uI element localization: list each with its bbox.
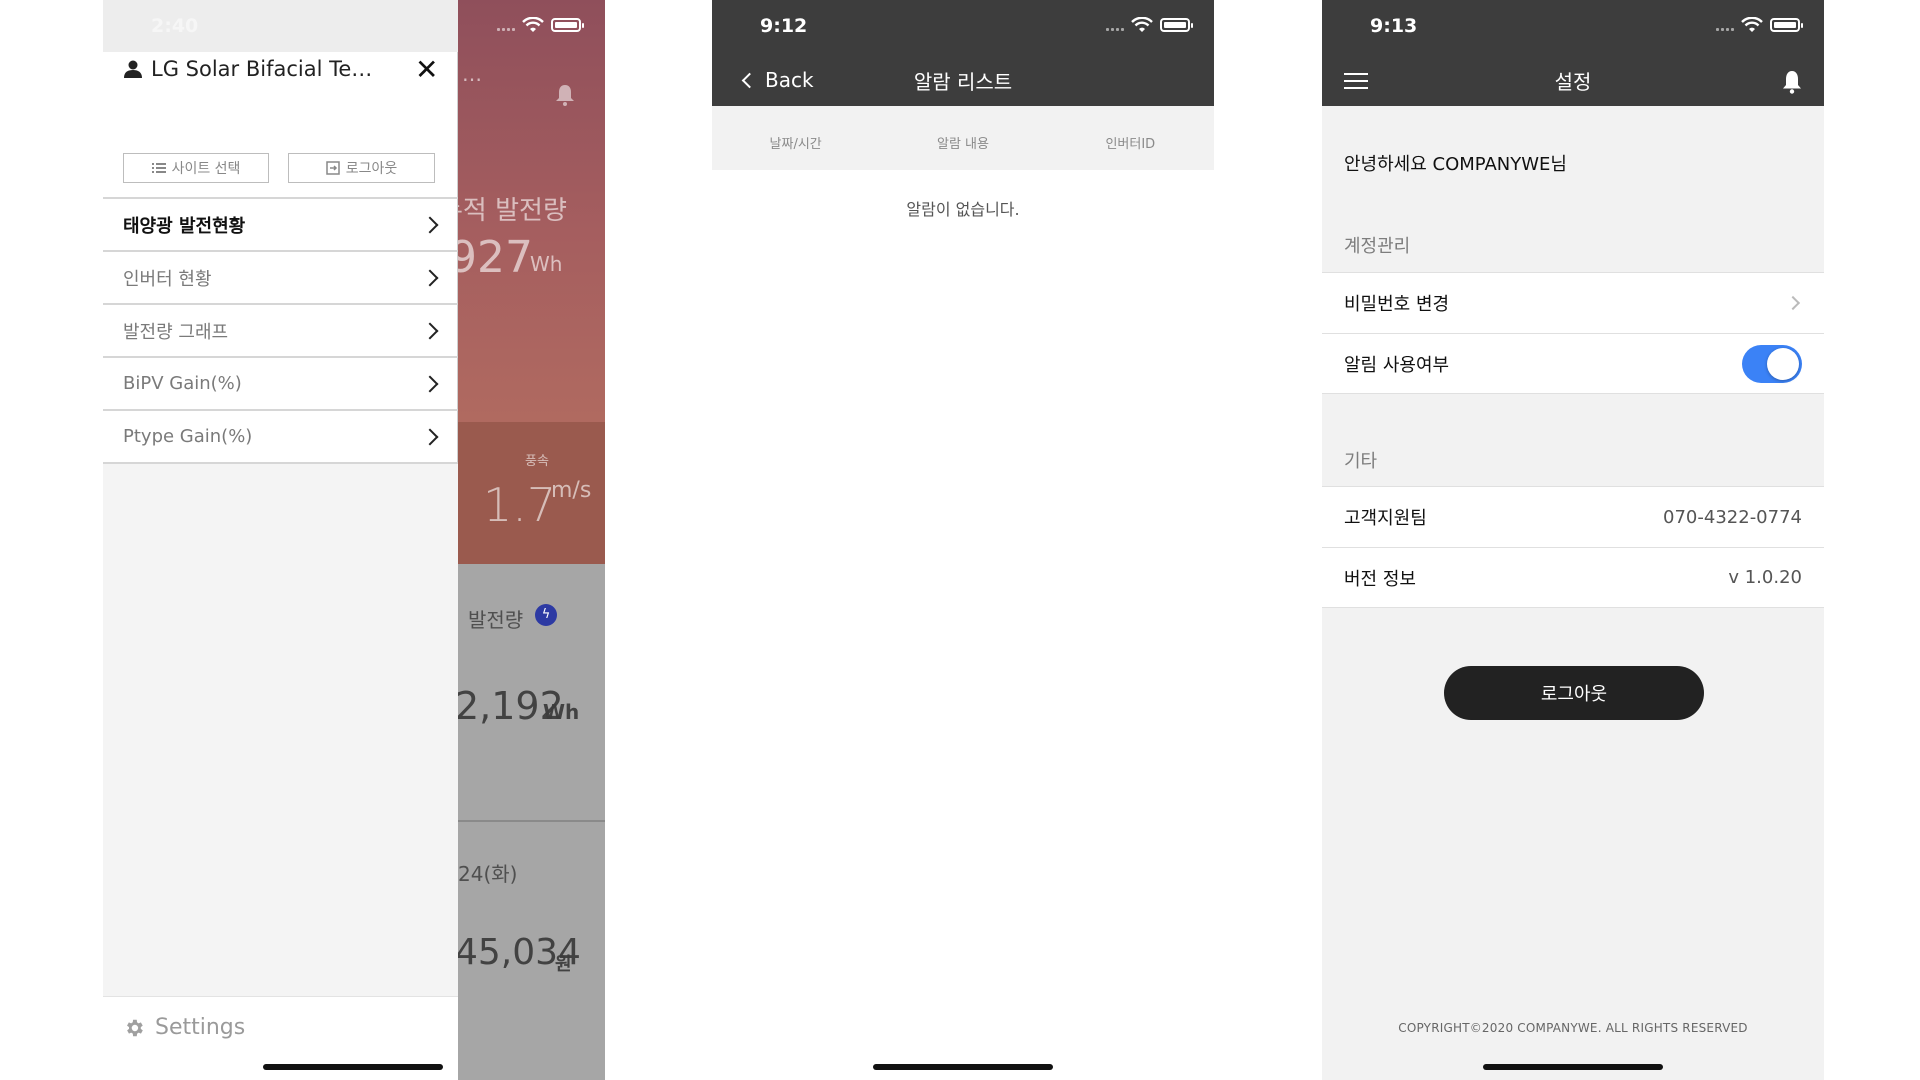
side-menu-screen: d … 누적 발전량 927 Wh 풍속 1.7 m/s 발전량 ϟ 2,192… <box>103 0 605 1080</box>
drawer-footer: Settings <box>103 996 458 1080</box>
status-icons <box>497 17 584 33</box>
column-header-datetime: 날짜/시간 <box>769 136 822 152</box>
cumulative-unit: Wh <box>530 252 563 276</box>
site-select-label: 사이트 선택 <box>171 161 241 177</box>
status-time: 9:13 <box>1370 15 1418 37</box>
logout-icon <box>325 161 340 175</box>
menu-item-generation-graph[interactable]: 발전량 그래프 <box>103 305 458 358</box>
notification-row: 알림 사용여부 <box>1322 333 1824 394</box>
status-icons-area <box>458 0 605 54</box>
wind-unit: m/s <box>551 478 592 503</box>
menu-item-label: Ptype Gain(%) <box>123 426 253 447</box>
list-icon <box>151 163 166 173</box>
site-select-button[interactable]: 사이트 선택 <box>123 153 269 183</box>
drawer-site-title: LG Solar Bifacial Te… <box>123 57 372 81</box>
bell-icon[interactable] <box>1782 70 1802 94</box>
chevron-right-icon <box>421 269 439 286</box>
nav-bar: 9:13 설정 <box>1322 0 1824 106</box>
status-bar: 9:13 <box>1322 0 1824 54</box>
status-time: 2:40 <box>151 15 199 37</box>
status-icons <box>1716 17 1803 33</box>
wifi-icon <box>1131 17 1153 32</box>
version-label: 버전 정보 <box>1344 568 1416 590</box>
panel-divider <box>458 820 605 822</box>
menu-item-inverter-status[interactable]: 인버터 현황 <box>103 252 458 305</box>
drawer-title-text: LG Solar Bifacial Te… <box>151 57 373 81</box>
notification-toggle[interactable] <box>1742 344 1802 383</box>
menu-item-solar-status[interactable]: 태양광 발전현황 <box>103 199 458 252</box>
status-icons <box>1106 17 1193 33</box>
support-phone: 070-4322-0774 <box>1663 506 1802 528</box>
battery-icon <box>1770 18 1803 32</box>
empty-state-message: 알람이 없습니다. <box>906 200 1020 219</box>
wind-value: 1.7 <box>483 478 557 532</box>
change-password-label: 비밀번호 변경 <box>1344 294 1450 315</box>
lightning-icon: ϟ <box>535 604 557 626</box>
wind-label: 풍속 <box>525 454 549 469</box>
drawer-menu: 태양광 발전현황 인버터 현황 발전량 그래프 BiPV Gain(%) Pty… <box>103 197 458 464</box>
close-icon[interactable]: ✕ <box>415 56 438 84</box>
menu-item-label: 인버터 현황 <box>123 268 212 290</box>
drawer-logout-label: 로그아웃 <box>345 161 398 177</box>
column-header-inverter-id: 인버터ID <box>1105 136 1156 152</box>
alarm-list-screen: 9:12 Back 알람 리스트 날짜/시간 알람 내용 인버터ID 알람이 없… <box>712 0 1214 1080</box>
user-icon <box>124 60 142 78</box>
notification-label: 알림 사용여부 <box>1344 354 1450 376</box>
gear-icon <box>127 1019 143 1036</box>
section-etc: 기타 <box>1344 451 1378 472</box>
nav-bar: 9:12 Back 알람 리스트 <box>712 0 1214 106</box>
status-bar: 2:40 <box>103 0 458 54</box>
chevron-right-icon <box>1785 295 1801 311</box>
wifi-icon <box>522 17 544 32</box>
drawer-logout-button[interactable]: 로그아웃 <box>288 153 435 183</box>
section-account: 계정관리 <box>1344 236 1411 257</box>
menu-item-ptype-gain[interactable]: Ptype Gain(%) <box>103 411 458 464</box>
drawer-empty-area <box>103 464 458 996</box>
menu-item-label: 태양광 발전현황 <box>123 215 246 237</box>
change-password-row[interactable]: 비밀번호 변경 <box>1322 272 1824 333</box>
home-indicator[interactable] <box>1483 1064 1663 1070</box>
menu-item-label: 발전량 그래프 <box>123 321 229 343</box>
menu-item-label: BiPV Gain(%) <box>123 373 242 394</box>
cumulative-value: 927 <box>449 232 533 283</box>
copyright-text: COPYRIGHT©2020 COMPANYWE. ALL RIGHTS RES… <box>1398 1021 1748 1035</box>
logout-button[interactable]: 로그아웃 <box>1444 666 1704 720</box>
page-title: 설정 <box>1554 70 1592 94</box>
settings-label: Settings <box>155 1015 246 1040</box>
date-text: 24(화) <box>458 862 518 886</box>
chevron-right-icon <box>421 322 439 339</box>
signal-icon <box>1716 27 1734 31</box>
settings-link[interactable]: Settings <box>123 1015 245 1040</box>
support-row: 고객지원팀 070-4322-0774 <box>1322 486 1824 547</box>
status-bar: 9:12 <box>712 0 1214 54</box>
support-label: 고객지원팀 <box>1344 508 1427 529</box>
version-row: 버전 정보 v 1.0.20 <box>1322 547 1824 608</box>
wifi-icon <box>1741 17 1763 32</box>
home-indicator[interactable] <box>873 1064 1053 1070</box>
bell-icon <box>556 85 574 106</box>
cumulative-label: 누적 발전량 <box>439 196 567 226</box>
chevron-right-icon <box>421 216 439 233</box>
signal-icon <box>1106 27 1124 31</box>
side-drawer: 2:40 LG Solar Bifacial Te… ✕ 사이트 선택 로그아웃 <box>103 0 458 1080</box>
money-unit: 원 <box>555 954 572 975</box>
battery-icon <box>1160 18 1193 32</box>
alarm-table-header: 날짜/시간 알람 내용 인버터ID <box>712 106 1214 170</box>
greeting-text: 안녕하세요 COMPANYWE님 <box>1344 154 1567 175</box>
toggle-knob <box>1767 347 1799 380</box>
settings-screen: 9:13 설정 안녕하세요 COMPANYWE님 계정관리 비밀번호 변경 알림… <box>1322 0 1824 1080</box>
chevron-right-icon <box>421 375 439 392</box>
generation-label: 발전량 <box>468 608 524 632</box>
signal-icon <box>497 27 515 31</box>
version-value: v 1.0.20 <box>1728 567 1802 588</box>
page-title: 알람 리스트 <box>913 70 1013 94</box>
battery-icon <box>551 18 584 32</box>
home-indicator[interactable] <box>263 1064 443 1070</box>
column-header-alarm-content: 알람 내용 <box>937 136 989 152</box>
status-time: 9:12 <box>760 15 808 37</box>
chevron-right-icon <box>421 428 439 445</box>
generation-unit: Wh <box>543 700 580 724</box>
menu-item-bipv-gain[interactable]: BiPV Gain(%) <box>103 358 458 411</box>
